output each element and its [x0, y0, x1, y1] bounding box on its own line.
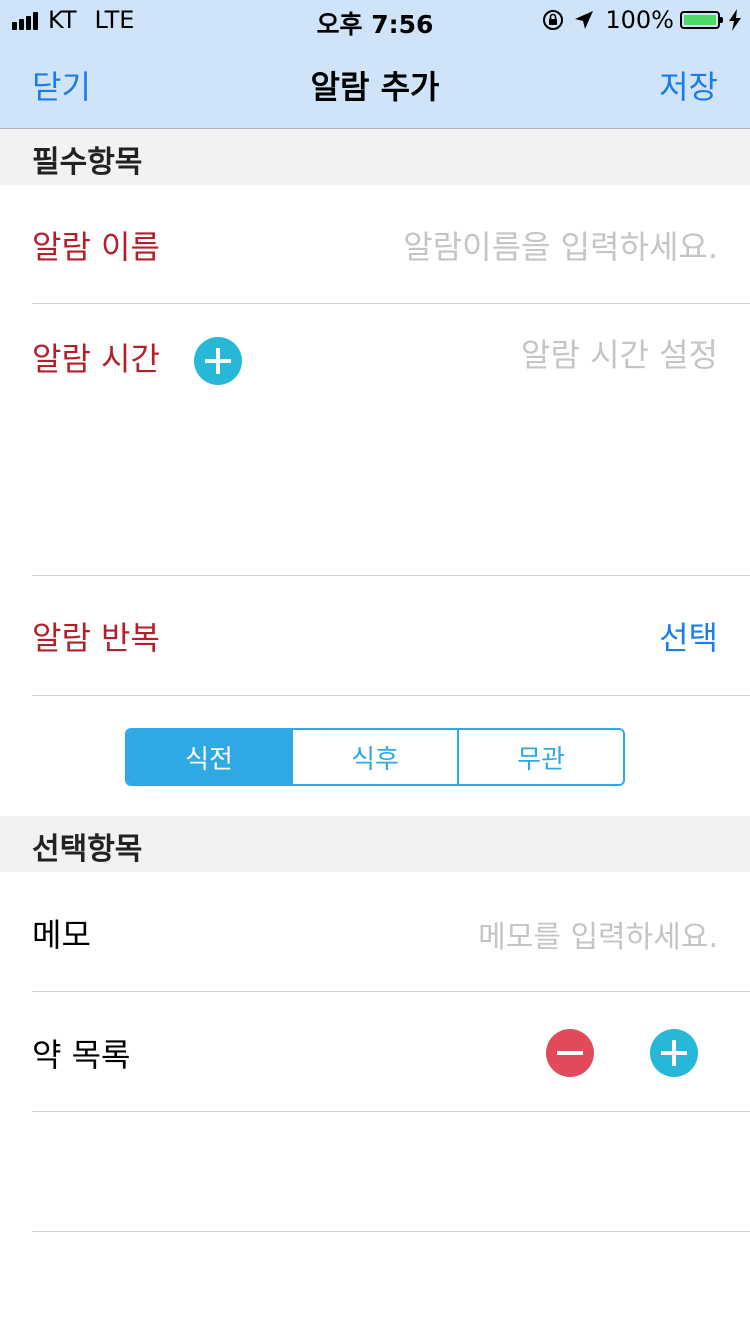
divider: [32, 695, 750, 696]
battery-icon: [680, 11, 723, 29]
meal-timing-segmented-control: 식전 식후 무관: [125, 728, 625, 786]
add-alarm-time-icon[interactable]: [194, 337, 242, 385]
optional-section-header: 선택항목: [0, 816, 750, 872]
page-title: 알람 추가: [310, 68, 440, 106]
divider: [32, 991, 750, 992]
segment-irrelevant[interactable]: 무관: [457, 730, 623, 784]
divider: [32, 575, 750, 576]
alarm-time-label: 알람 시간: [32, 340, 160, 378]
segment-after-meal[interactable]: 식후: [291, 730, 457, 784]
alarm-time-setting[interactable]: 알람 시간 설정: [521, 330, 718, 376]
navigation-bar: 닫기 알람 추가 저장: [0, 40, 750, 129]
memo-input[interactable]: 메모를 입력하세요.: [478, 912, 718, 956]
required-section-header: 필수항목: [0, 129, 750, 185]
charging-bolt-icon: [729, 9, 741, 31]
status-bar: KT LTE 오후 7:56 100%: [0, 0, 750, 40]
battery-percent: 100%: [605, 6, 674, 34]
orientation-lock-icon: [543, 10, 564, 30]
location-arrow-icon: [575, 11, 594, 29]
divider: [32, 303, 750, 304]
memo-label: 메모: [32, 916, 91, 954]
optional-section-title: 선택항목: [32, 832, 143, 867]
add-medicine-icon[interactable]: [650, 1029, 698, 1077]
required-section-title: 필수항목: [32, 145, 143, 180]
divider: [32, 1231, 750, 1232]
divider: [32, 1111, 750, 1112]
repeat-select-button[interactable]: 선택: [659, 613, 718, 659]
alarm-repeat-label: 알람 반복: [32, 619, 160, 657]
alarm-name-input[interactable]: 알람이름을 입력하세요.: [403, 222, 718, 268]
save-button[interactable]: 저장: [659, 62, 718, 108]
remove-medicine-icon[interactable]: [546, 1029, 594, 1077]
alarm-name-label: 알람 이름: [32, 228, 160, 266]
segment-before-meal[interactable]: 식전: [127, 730, 291, 784]
medicine-list-label: 약 목록: [32, 1036, 131, 1074]
status-right: 100%: [541, 6, 742, 34]
